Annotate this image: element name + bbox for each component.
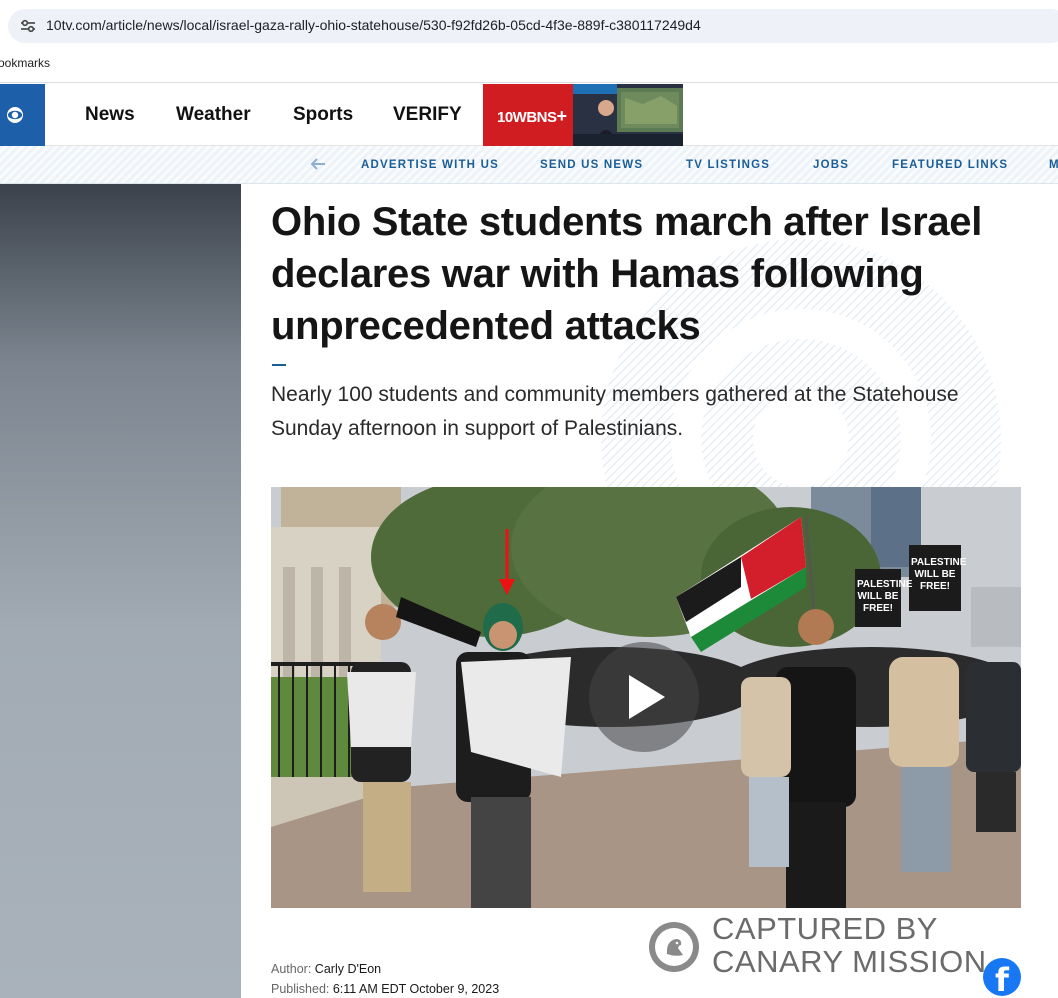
watermark-line1: CAPTURED BY bbox=[712, 911, 938, 946]
byline-author: Author: Carly D'Eon bbox=[271, 962, 381, 976]
published-value: 6:11 AM EDT October 9, 2023 bbox=[332, 982, 500, 996]
bookmarks-bar: ookmarks bbox=[0, 52, 1058, 83]
byline-published: Published: 6:11 AM EDT October 9, 2023 bbox=[271, 982, 499, 996]
bookmarks-label[interactable]: ookmarks bbox=[0, 56, 50, 70]
nav-weather[interactable]: Weather bbox=[176, 104, 251, 126]
tune-icon[interactable] bbox=[20, 19, 36, 33]
back-arrow-icon[interactable] bbox=[310, 157, 326, 171]
subnav-jobs[interactable]: JOBS bbox=[813, 159, 849, 171]
watermark-line2: CANARY MISSION bbox=[712, 944, 987, 979]
site-header: News Weather Sports VERIFY 10WBNS+ bbox=[0, 84, 1058, 146]
headline-divider bbox=[272, 364, 286, 366]
canary-mission-watermark: CAPTURED BY CANARY MISSION bbox=[712, 912, 987, 978]
article-headline: Ohio State students march after Israel d… bbox=[271, 200, 983, 348]
live-weather-image bbox=[573, 84, 683, 146]
article-video[interactable]: PALESTINE WILL BE FREE! PALESTINE WILL B… bbox=[271, 487, 1021, 908]
play-icon bbox=[629, 675, 665, 719]
nav-verify[interactable]: VERIFY bbox=[393, 104, 462, 126]
cbs-eye-icon bbox=[7, 107, 23, 123]
author-name[interactable]: Carly D'Eon bbox=[315, 962, 381, 976]
published-label: Published: bbox=[271, 982, 330, 996]
canary-mission-seal-icon bbox=[649, 922, 699, 972]
nav-news[interactable]: News bbox=[85, 104, 135, 126]
live-weather-thumbnail[interactable] bbox=[573, 84, 683, 146]
video-play-button[interactable] bbox=[589, 642, 699, 752]
wbns-plus-button[interactable]: 10WBNS+ bbox=[483, 84, 573, 146]
secondary-nav: ADVERTISE WITH US SEND US NEWS TV LISTIN… bbox=[0, 146, 1058, 184]
left-rail bbox=[0, 184, 241, 998]
article: Ohio State students march after Israel d… bbox=[241, 184, 1058, 998]
address-bar[interactable]: 10tv.com/article/news/local/israel-gaza-… bbox=[8, 9, 1058, 43]
wbns-logo: 10WBNS+ bbox=[497, 106, 567, 127]
article-dek: Nearly 100 students and community member… bbox=[271, 383, 959, 440]
url-text[interactable]: 10tv.com/article/news/local/israel-gaza-… bbox=[46, 17, 701, 33]
subnav-more[interactable]: M bbox=[1049, 159, 1058, 171]
subnav-tv-listings[interactable]: TV LISTINGS bbox=[686, 159, 770, 171]
author-label: Author: bbox=[271, 962, 312, 976]
subnav-send-news[interactable]: SEND US NEWS bbox=[540, 159, 643, 171]
subnav-advertise[interactable]: ADVERTISE WITH US bbox=[361, 159, 499, 171]
facebook-glyph: f bbox=[995, 961, 1009, 998]
subnav-featured-links[interactable]: FEATURED LINKS bbox=[892, 159, 1008, 171]
browser-address-row: 10tv.com/article/news/local/israel-gaza-… bbox=[0, 0, 1058, 52]
facebook-share-icon[interactable]: f bbox=[983, 958, 1021, 998]
protest-sign-1: PALESTINE WILL BE FREE! bbox=[857, 579, 913, 614]
wbns-logo-text: 10WBNS bbox=[497, 109, 557, 126]
wbns-plus-glyph: + bbox=[556, 106, 568, 126]
protest-sign-2: PALESTINE WILL BE FREE! bbox=[911, 557, 967, 592]
cbs-logo-block[interactable] bbox=[0, 84, 45, 146]
nav-sports[interactable]: Sports bbox=[293, 104, 353, 126]
